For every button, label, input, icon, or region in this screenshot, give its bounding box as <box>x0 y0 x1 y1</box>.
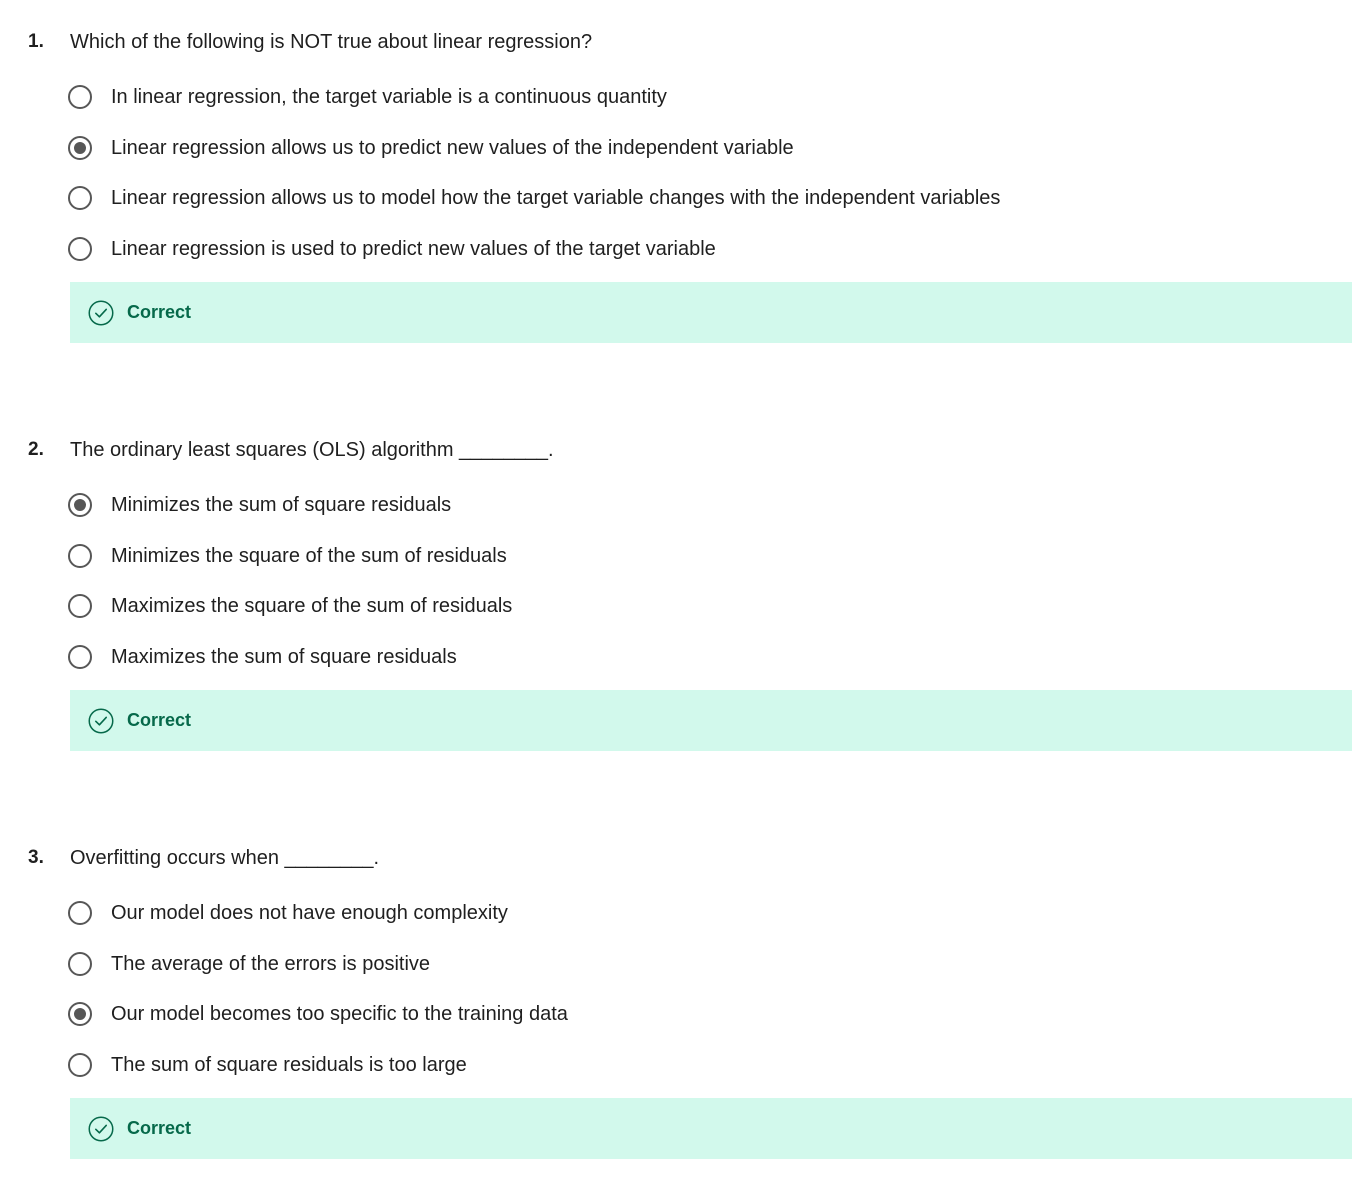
radio-button[interactable] <box>68 236 92 261</box>
answer-option-label: Linear regression is used to predict new… <box>111 237 716 260</box>
answer-option-label: The average of the errors is positive <box>111 952 431 975</box>
question-number: 2. <box>28 439 44 460</box>
radio-button-selected[interactable] <box>68 1002 92 1026</box>
question-text: The ordinary least squares (OLS) algorit… <box>70 439 554 461</box>
radio-button[interactable] <box>68 594 92 618</box>
radio-button[interactable] <box>68 951 92 976</box>
question-1: 1. Which of the following is NOT true ab… <box>0 27 1352 343</box>
question-header: 1. Which of the following is NOT true ab… <box>0 27 1352 57</box>
feedback-label: Correct <box>127 1118 192 1138</box>
question-number: 3. <box>28 847 44 868</box>
feedback-label: Correct <box>127 710 192 730</box>
answer-option-label: Minimizes the square of the sum of resid… <box>111 544 507 567</box>
answer-option-label: Maximizes the sum of square residuals <box>111 645 457 668</box>
question-3: 3. Overfitting occurs when ________. Our… <box>0 843 1352 1159</box>
question-number: 1. <box>28 31 44 52</box>
question-header: 2. The ordinary least squares (OLS) algo… <box>0 435 1352 465</box>
radio-button[interactable] <box>68 1052 92 1077</box>
answer-option-label: In linear regression, the target variabl… <box>111 86 667 108</box>
radio-button[interactable] <box>68 644 92 669</box>
answer-option[interactable]: Linear regression allows us to model how… <box>68 186 1352 237</box>
radio-button-selected[interactable] <box>68 493 92 517</box>
answer-option[interactable]: In linear regression, the target variabl… <box>68 85 1352 136</box>
check-circle-icon <box>88 1116 114 1142</box>
radio-button[interactable] <box>68 543 92 568</box>
feedback-label: Correct <box>127 302 192 322</box>
answer-option[interactable]: Linear regression allows us to predict n… <box>68 135 1352 187</box>
answer-option[interactable]: The sum of square residuals is too large <box>68 1052 1352 1104</box>
answer-options: Minimizes the sum of square residuals Mi… <box>68 493 1352 695</box>
question-header: 3. Overfitting occurs when ________. <box>0 843 1352 873</box>
question-2: 2. The ordinary least squares (OLS) algo… <box>0 435 1352 751</box>
radio-button[interactable] <box>68 901 92 925</box>
answer-options: Our model does not have enough complexit… <box>68 901 1352 1103</box>
answer-option-label: The sum of square residuals is too large <box>111 1053 467 1076</box>
question-text: Overfitting occurs when ________. <box>70 847 380 869</box>
answer-option[interactable]: Maximizes the square of the sum of resid… <box>68 594 1352 645</box>
check-circle-icon <box>88 708 114 734</box>
check-circle-icon <box>88 300 114 326</box>
answer-option[interactable]: Our model does not have enough complexit… <box>68 901 1352 952</box>
answer-options: In linear regression, the target variabl… <box>68 85 1352 287</box>
radio-button[interactable] <box>68 186 92 210</box>
answer-option-label: Maximizes the square of the sum of resid… <box>111 595 513 617</box>
answer-option[interactable]: Minimizes the square of the sum of resid… <box>68 543 1352 595</box>
question-text: Which of the following is NOT true about… <box>70 31 593 53</box>
answer-option[interactable]: Minimizes the sum of square residuals <box>68 493 1352 544</box>
answer-option-label: Linear regression allows us to model how… <box>111 187 1001 209</box>
answer-option[interactable]: The average of the errors is positive <box>68 951 1352 1003</box>
answer-option-label: Our model becomes too specific to the tr… <box>111 1003 568 1025</box>
answer-option[interactable]: Linear regression is used to predict new… <box>68 236 1352 288</box>
answer-option-label: Minimizes the sum of square residuals <box>111 494 452 516</box>
radio-button[interactable] <box>68 85 92 109</box>
feedback-banner: Correct <box>70 282 1352 343</box>
answer-option-label: Our model does not have enough complexit… <box>111 902 508 924</box>
feedback-banner: Correct <box>70 690 1352 751</box>
radio-button-selected[interactable] <box>68 135 92 160</box>
feedback-banner: Correct <box>70 1098 1352 1159</box>
answer-option[interactable]: Our model becomes too specific to the tr… <box>68 1002 1352 1053</box>
answer-option-label: Linear regression allows us to predict n… <box>111 136 794 159</box>
answer-option[interactable]: Maximizes the sum of square residuals <box>68 644 1352 696</box>
